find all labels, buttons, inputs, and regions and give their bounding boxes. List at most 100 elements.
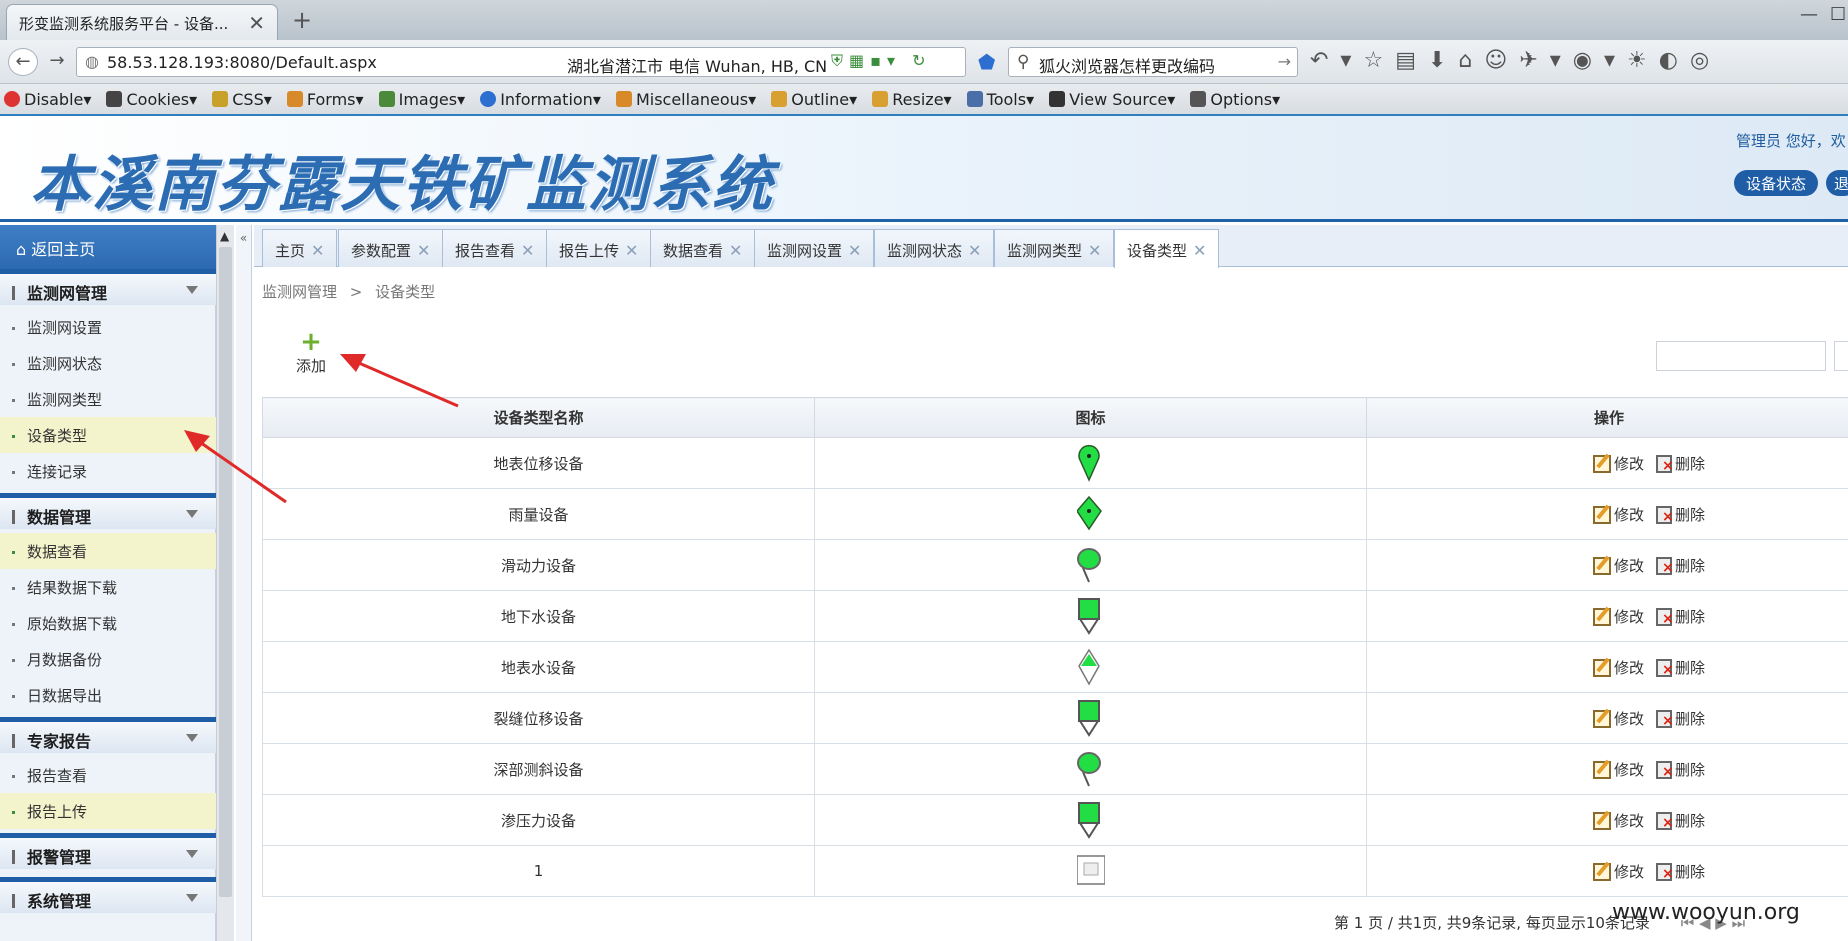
close-icon[interactable]: ✕ xyxy=(1088,241,1101,260)
table-row[interactable]: 裂缝位移设备 修改删除 xyxy=(262,692,1848,744)
edit-button[interactable]: 修改 xyxy=(1592,811,1644,830)
dev-options-menu[interactable]: Options▾ xyxy=(1190,90,1280,109)
tab-monitor-net-settings[interactable]: 监测网设置 ✕ xyxy=(754,229,875,267)
home-link[interactable]: ⌂ 返回主页 xyxy=(0,225,216,269)
dev-information-menu[interactable]: Information▾ xyxy=(480,90,601,109)
delete-button[interactable]: 删除 xyxy=(1644,811,1705,830)
close-icon[interactable]: ✕ xyxy=(848,241,861,260)
edit-button[interactable]: 修改 xyxy=(1592,658,1644,677)
close-icon[interactable]: ✕ xyxy=(417,241,430,260)
table-row[interactable]: 地下水设备 修改删除 xyxy=(262,590,1848,642)
close-icon[interactable]: ✕ xyxy=(625,241,638,260)
sidebar-group-alarm[interactable]: 报警管理 xyxy=(0,833,216,869)
scroll-up-icon[interactable]: ▲ xyxy=(220,229,229,243)
table-row[interactable]: 深部测斜设备 修改删除 xyxy=(262,743,1848,795)
edit-button[interactable]: 修改 xyxy=(1592,505,1644,524)
delete-button[interactable]: 删除 xyxy=(1644,556,1705,575)
dev-images-menu[interactable]: Images▾ xyxy=(378,90,465,109)
sidebar-item-report-upload[interactable]: 报告上传 xyxy=(0,793,216,829)
table-row[interactable]: 滑动力设备 修改删除 xyxy=(262,539,1848,591)
delete-button[interactable]: 删除 xyxy=(1644,454,1705,473)
close-icon[interactable]: ✕ xyxy=(968,241,981,260)
sidebar-item-raw-download[interactable]: 原始数据下载 xyxy=(0,605,216,641)
forward-icon[interactable]: → xyxy=(42,48,72,76)
table-row[interactable]: 雨量设备 修改删除 xyxy=(262,488,1848,540)
breadcrumb-parent[interactable]: 监测网管理 xyxy=(262,283,337,301)
sidebar-scrollbar[interactable]: ▲ xyxy=(216,225,234,941)
exit-button[interactable]: 退 xyxy=(1826,170,1848,196)
delete-button[interactable]: 删除 xyxy=(1644,862,1705,881)
minimize-icon[interactable]: — xyxy=(1800,4,1818,25)
sidebar-item-data-view[interactable]: 数据查看 xyxy=(0,533,216,569)
edit-button[interactable]: 修改 xyxy=(1592,760,1644,779)
delete-button[interactable]: 删除 xyxy=(1644,658,1705,677)
col-header-name[interactable]: 设备类型名称 xyxy=(262,397,815,438)
browser-toolbar-icons[interactable]: ↶▾☆▤⬇⌂☺✈▾◉▾☀◐◎ xyxy=(1310,48,1721,73)
close-tab-icon[interactable]: ✕ xyxy=(248,11,265,35)
delete-button[interactable]: 删除 xyxy=(1644,505,1705,524)
dev-disable-menu[interactable]: Disable▾ xyxy=(4,90,91,109)
close-icon[interactable]: ✕ xyxy=(311,241,324,260)
sidebar-group-system[interactable]: 系统管理 xyxy=(0,877,216,913)
sidebar-group-data[interactable]: 数据管理 xyxy=(0,493,216,529)
edit-button[interactable]: 修改 xyxy=(1592,709,1644,728)
dev-resize-menu[interactable]: Resize▾ xyxy=(872,90,952,109)
close-icon[interactable]: ✕ xyxy=(521,241,534,260)
close-icon[interactable]: ✕ xyxy=(729,241,742,260)
tab-report-view[interactable]: 报告查看 ✕ xyxy=(442,229,548,267)
sidebar-group-expert-report[interactable]: 专家报告 xyxy=(0,717,216,753)
dev-misc-menu[interactable]: Miscellaneous▾ xyxy=(615,90,756,109)
back-icon[interactable]: ← xyxy=(8,48,38,76)
delete-button[interactable]: 删除 xyxy=(1644,760,1705,779)
edit-button[interactable]: 修改 xyxy=(1592,454,1644,473)
tab-monitor-net-type[interactable]: 监测网类型 ✕ xyxy=(994,229,1115,267)
col-header-ops[interactable]: 操作 xyxy=(1366,397,1848,438)
delete-button[interactable]: 删除 xyxy=(1644,607,1705,626)
device-status-button[interactable]: 设备状态 xyxy=(1734,170,1819,196)
tab-home[interactable]: 主页 ✕ xyxy=(262,229,338,267)
sidebar-item-monitor-net-type[interactable]: 监测网类型 xyxy=(0,381,216,417)
sidebar-collapse-toggle[interactable]: « xyxy=(236,225,252,941)
new-tab-icon[interactable]: + xyxy=(292,6,312,34)
tab-param-config[interactable]: 参数配置 ✕ xyxy=(338,229,444,267)
delete-button[interactable]: 删除 xyxy=(1644,709,1705,728)
close-icon[interactable]: ✕ xyxy=(1193,241,1206,260)
dev-outline-menu[interactable]: Outline▾ xyxy=(771,90,857,109)
browser-tab[interactable]: 形变监测系统服务平台 - 设备... ✕ xyxy=(6,4,278,40)
sidebar-item-monthly-backup[interactable]: 月数据备份 xyxy=(0,641,216,677)
site-info-icon[interactable]: ◍ xyxy=(85,52,99,71)
dev-viewsource-menu[interactable]: View Source▾ xyxy=(1049,90,1175,109)
sidebar-item-device-type[interactable]: 设备类型 xyxy=(0,417,216,453)
dev-tools-menu[interactable]: Tools▾ xyxy=(966,90,1034,109)
sidebar-item-report-view[interactable]: 报告查看 xyxy=(0,757,216,793)
grid-search-input[interactable] xyxy=(1656,341,1826,371)
edit-button[interactable]: 修改 xyxy=(1592,556,1644,575)
maximize-icon[interactable]: ☐ xyxy=(1830,4,1846,25)
tab-monitor-net-status[interactable]: 监测网状态 ✕ xyxy=(874,229,995,267)
table-row[interactable]: 渗压力设备 修改删除 xyxy=(262,794,1848,846)
sidebar-item-connection-log[interactable]: 连接记录 xyxy=(0,453,216,489)
sidebar-item-monitor-net-status[interactable]: 监测网状态 xyxy=(0,345,216,381)
address-bar[interactable]: ◍ 58.53.128.193:8080/Default.aspx 湖北省潜江市… xyxy=(76,47,966,77)
table-row[interactable]: 1 修改删除 xyxy=(262,845,1848,897)
tab-device-type[interactable]: 设备类型 ✕ xyxy=(1114,229,1220,268)
table-row[interactable]: 地表位移设备 修改删除 xyxy=(262,437,1848,489)
dev-cookies-menu[interactable]: Cookies▾ xyxy=(106,90,197,109)
scrollbar-thumb[interactable] xyxy=(219,247,232,897)
add-button[interactable]: + 添加 xyxy=(286,329,336,376)
col-header-icon[interactable]: 图标 xyxy=(814,397,1367,438)
table-row[interactable]: 地表水设备 修改删除 xyxy=(262,641,1848,693)
sidebar-item-monitor-net-settings[interactable]: 监测网设置 xyxy=(0,309,216,345)
sidebar-item-result-download[interactable]: 结果数据下载 xyxy=(0,569,216,605)
grid-search-button[interactable] xyxy=(1834,341,1848,371)
engine-icon[interactable]: ⬟ xyxy=(978,50,995,74)
dev-forms-menu[interactable]: Forms▾ xyxy=(286,90,364,109)
edit-button[interactable]: 修改 xyxy=(1592,862,1644,881)
search-go-icon[interactable]: → xyxy=(1278,52,1291,71)
dev-css-menu[interactable]: CSS▾ xyxy=(212,90,272,109)
sidebar-item-daily-export[interactable]: 日数据导出 xyxy=(0,677,216,713)
edit-button[interactable]: 修改 xyxy=(1592,607,1644,626)
tab-data-view[interactable]: 数据查看 ✕ xyxy=(650,229,756,267)
tab-report-upload[interactable]: 报告上传 ✕ xyxy=(546,229,652,267)
search-bar[interactable]: ⚲ 狐火浏览器怎样更改编码 → xyxy=(1008,47,1298,77)
